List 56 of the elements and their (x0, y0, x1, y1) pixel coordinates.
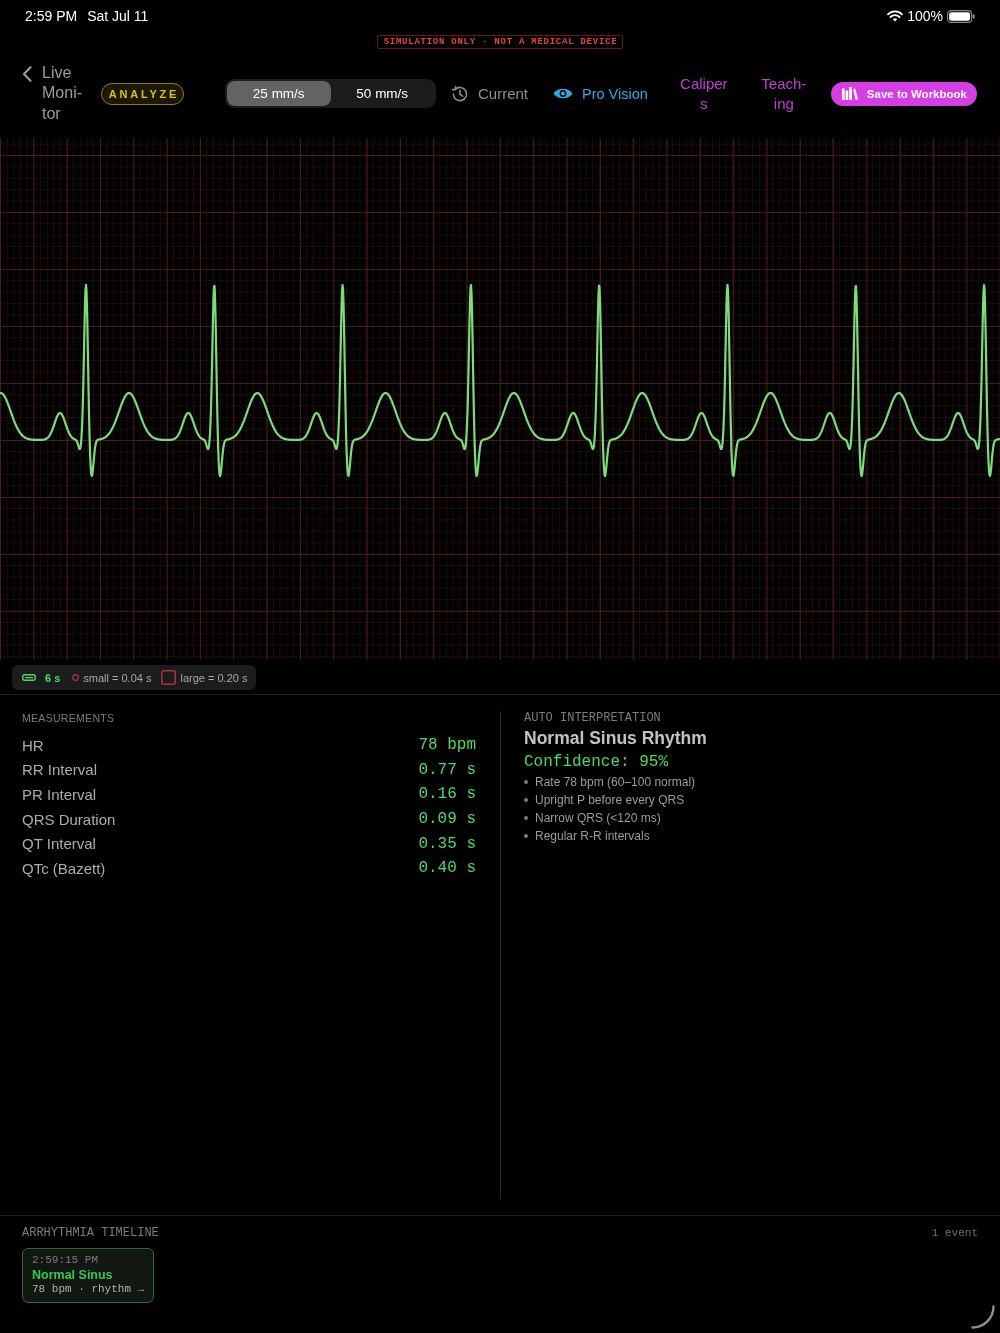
history-icon (451, 84, 469, 103)
disclaimer-banner: SIMULATION ONLY · NOT A MEDICAL DEVICE (376, 35, 624, 49)
measurement-label: HR (22, 736, 44, 754)
bullet-icon (524, 834, 528, 838)
measurement-value: 0.40 s (418, 859, 476, 878)
event-count: 1 event (931, 1227, 978, 1239)
bullet-icon (524, 816, 528, 820)
battery-percent: 100% (907, 8, 943, 24)
measurement-label: QRS Duration (22, 810, 116, 828)
finding-text: Narrow QRS (<120 ms) (535, 811, 661, 825)
event-detail: 78 bpm · rhythm → (32, 1282, 145, 1297)
analyze-button[interactable]: ANALYZE (101, 82, 184, 105)
status-date: Sat Jul 11 (87, 8, 149, 24)
rounded-bar-icon (22, 674, 36, 681)
section-heading: ARRHYTHMIA TIMELINE (22, 1226, 159, 1240)
measurement-value: 0.35 s (418, 834, 476, 853)
teaching-button[interactable]: Teach-ing (758, 74, 809, 113)
back-button[interactable]: Live Moni-tor (22, 62, 88, 125)
bullet-icon (524, 798, 528, 802)
battery-icon (947, 9, 975, 23)
finding-text: Upright P before every QRS (535, 793, 685, 807)
duration-label: 6 s (45, 671, 61, 684)
bullet-icon (524, 780, 528, 784)
measurement-label: RR Interval (22, 761, 98, 779)
large-grid-label: large = 0.20 s (180, 671, 248, 684)
confidence-text: Confidence: 95% (524, 752, 670, 773)
eye-icon (553, 87, 574, 100)
small-circle-icon (72, 674, 80, 681)
section-heading: MEASUREMENTS (22, 711, 116, 725)
measurement-value: 0.77 s (418, 760, 476, 779)
speed-segment[interactable]: 25 mm/s (227, 81, 331, 106)
section-heading: AUTO INTERPRETATION (524, 711, 662, 725)
small-grid-label: small = 0.04 s (83, 671, 152, 684)
measurement-value: 0.16 s (418, 785, 476, 804)
measurement-value: 0.09 s (418, 810, 476, 829)
large-square-icon (161, 670, 177, 685)
measurement-label: PR Interval (22, 786, 97, 803)
current-button[interactable]: Current (451, 84, 529, 103)
chevron-left-icon (22, 65, 32, 82)
measurement-value: 78 bpm (418, 736, 476, 755)
books-icon (841, 87, 858, 100)
finding-text: Rate 78 bpm (60–100 normal) (535, 775, 696, 789)
save-to-workbook-button[interactable]: Save to Workbook (830, 81, 977, 106)
calipers-button[interactable]: Calipers (678, 74, 729, 113)
status-time: 2:59 PM (25, 8, 78, 24)
pro-vision-button[interactable]: Pro Vision (553, 85, 648, 102)
resize-handle-icon[interactable] (971, 1305, 995, 1329)
event-card[interactable]: 2:59:15 PM Normal Sinus 78 bpm · rhythm → (22, 1248, 155, 1303)
event-name: Normal Sinus (32, 1267, 114, 1282)
finding-text: Regular R-R intervals (535, 829, 650, 843)
measurement-label: QT Interval (22, 835, 96, 853)
event-time: 2:59:15 PM (32, 1253, 99, 1268)
rhythm-title: Normal Sinus Rhythm (524, 727, 708, 750)
wifi-icon (887, 10, 904, 22)
measurement-label: QTc (Bazett) (22, 859, 106, 877)
speed-segment[interactable]: 50 mm/s (330, 81, 434, 106)
